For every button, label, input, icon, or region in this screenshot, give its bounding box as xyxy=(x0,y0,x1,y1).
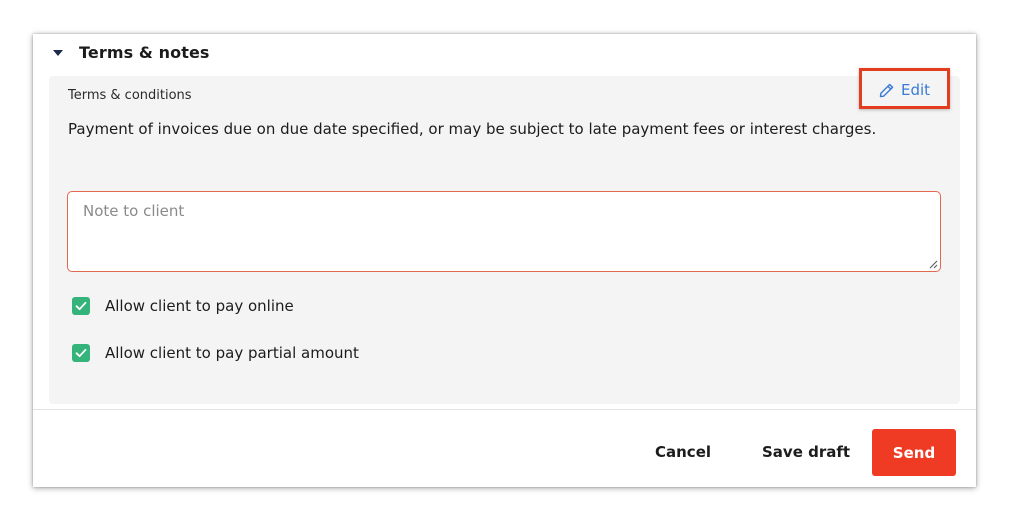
resize-grip-icon[interactable] xyxy=(928,259,938,269)
save-draft-button[interactable]: Save draft xyxy=(762,443,850,461)
allow-partial-amount-checkbox[interactable] xyxy=(72,344,90,362)
footer-divider xyxy=(33,409,976,410)
checkmark-icon xyxy=(75,301,87,311)
cancel-button[interactable]: Cancel xyxy=(655,443,711,461)
edit-highlight-box: Edit xyxy=(859,68,950,109)
terms-text: Payment of invoices due on due date spec… xyxy=(68,120,877,138)
allow-pay-online-label: Allow client to pay online xyxy=(105,297,294,315)
send-button[interactable]: Send xyxy=(872,429,956,476)
edit-button-label: Edit xyxy=(901,81,931,99)
terms-notes-panel: Terms & notes Terms & conditions Edit Pa… xyxy=(33,34,976,487)
checkmark-icon xyxy=(75,348,87,358)
allow-partial-amount-label: Allow client to pay partial amount xyxy=(105,344,359,362)
note-to-client-input[interactable]: Note to client xyxy=(67,191,941,272)
allow-pay-online-option[interactable]: Allow client to pay online xyxy=(72,297,294,315)
terms-conditions-label: Terms & conditions xyxy=(68,88,192,103)
pencil-icon xyxy=(879,83,894,97)
section-title: Terms & notes xyxy=(79,42,210,62)
edit-button[interactable]: Edit xyxy=(878,81,930,99)
allow-pay-online-checkbox[interactable] xyxy=(72,297,90,315)
caret-down-icon xyxy=(53,49,63,56)
allow-partial-amount-option[interactable]: Allow client to pay partial amount xyxy=(72,344,359,362)
note-placeholder: Note to client xyxy=(83,202,185,220)
terms-card: Terms & conditions Edit Payment of invoi… xyxy=(49,68,960,404)
terms-notes-toggle[interactable]: Terms & notes xyxy=(53,38,210,66)
